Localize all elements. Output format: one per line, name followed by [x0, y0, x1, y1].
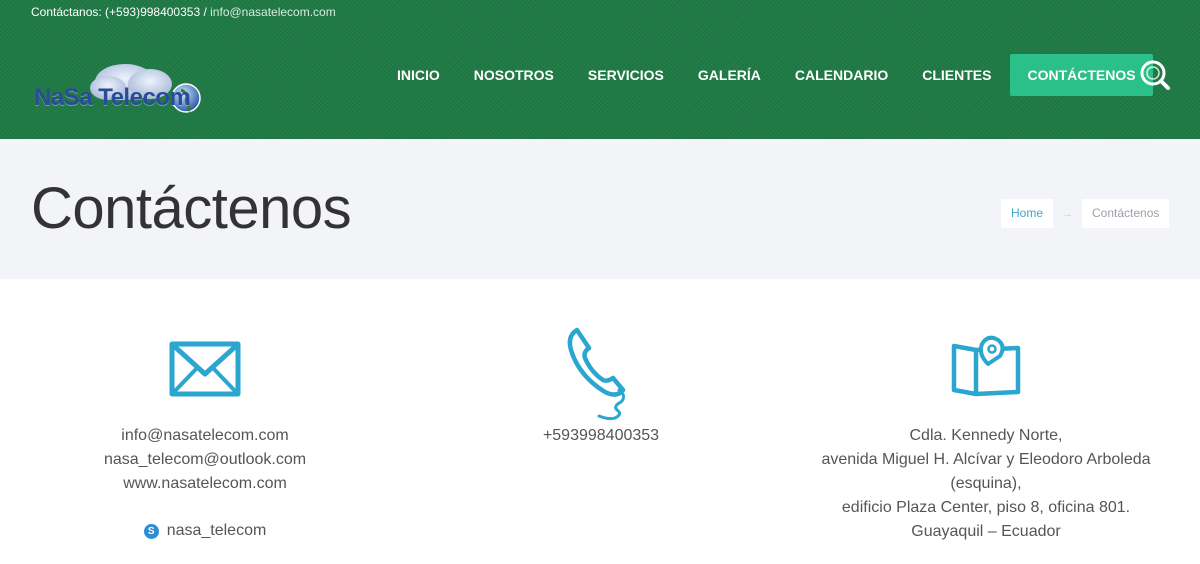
address-line-5: Guayaquil – Ecuador: [911, 523, 1061, 540]
nav-item-galeria[interactable]: GALERÍA: [681, 54, 778, 96]
nav-item-contactenos[interactable]: CONTÁCTENOS: [1010, 54, 1153, 96]
phone-lines: +593998400353: [401, 424, 801, 448]
website-link[interactable]: www.nasatelecom.com: [5, 472, 405, 496]
nav-item-nosotros[interactable]: NOSOTROS: [457, 54, 571, 96]
logo-text: NaSa Telecom: [34, 84, 191, 111]
breadcrumb-home-link[interactable]: Home: [1001, 199, 1054, 228]
address-line-1: Cdla. Kennedy Norte,: [909, 427, 1063, 444]
skype-icon: S: [143, 523, 159, 539]
nav-item-calendario[interactable]: CALENDARIO: [778, 54, 905, 96]
contact-phone-column: +593998400353: [401, 324, 801, 448]
contact-address-column: Cdla. Kennedy Norte, avenida Miguel H. A…: [786, 324, 1186, 544]
address-line-4: edificio Plaza Center, piso 8, oficina 8…: [841, 499, 1131, 516]
address-lines: Cdla. Kennedy Norte, avenida Miguel H. A…: [786, 424, 1186, 544]
phone-number[interactable]: +593998400353: [401, 424, 801, 448]
search-icon: [1140, 60, 1170, 90]
topbar-label: Contáctanos: (+593)998400353 /: [31, 5, 211, 19]
breadcrumb-current: Contáctenos: [1082, 199, 1170, 228]
breadcrumb-arrow-icon: →: [1062, 207, 1074, 220]
envelope-icon: [169, 341, 241, 397]
search-button[interactable]: [1138, 58, 1172, 92]
topbar-contact: Contáctanos: (+593)998400353 / info@nasa…: [31, 5, 336, 19]
site-header: Contáctanos: (+593)998400353 / info@nasa…: [0, 0, 1200, 139]
email-address-2[interactable]: nasa_telecom@outlook.com: [5, 448, 405, 472]
main-nav: INICIO NOSOTROS SERVICIOS GALERÍA CALEND…: [380, 54, 1153, 96]
contact-email-column: info@nasatelecom.com nasa_telecom@outloo…: [5, 324, 405, 540]
phone-icon: [567, 327, 626, 421]
email-lines: info@nasatelecom.com nasa_telecom@outloo…: [5, 424, 405, 496]
skype-contact[interactable]: S nasa_telecom: [5, 522, 405, 540]
nav-item-inicio[interactable]: INICIO: [380, 54, 457, 96]
skype-username: nasa_telecom: [166, 522, 267, 539]
site-logo[interactable]: NaSa Telecom: [30, 58, 230, 122]
topbar-email-link[interactable]: info@nasatelecom.com: [210, 5, 336, 19]
nav-item-servicios[interactable]: SERVICIOS: [571, 54, 681, 96]
address-line-2: avenida Miguel H. Alcívar y Eleodoro Arb…: [821, 451, 1151, 468]
email-address-1[interactable]: info@nasatelecom.com: [5, 424, 405, 448]
map-pin-icon: [951, 335, 1021, 397]
address-line-3: (esquina),: [950, 475, 1022, 492]
page-title: Contáctenos: [31, 176, 352, 241]
nav-item-clientes[interactable]: CLIENTES: [905, 54, 1008, 96]
breadcrumb: Home → Contáctenos: [1001, 199, 1170, 228]
